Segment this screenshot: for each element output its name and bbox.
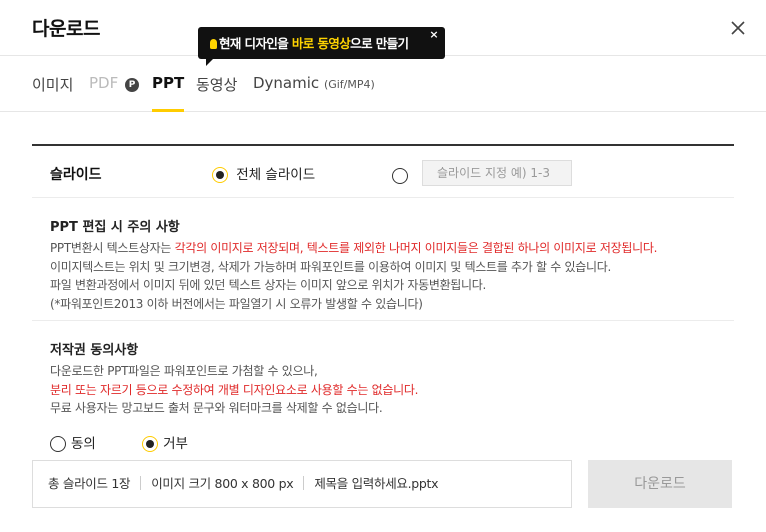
- lightbulb-icon: [210, 39, 217, 49]
- total-slides: 총 슬라이드 1장: [48, 476, 131, 491]
- notes-title: PPT 편집 시 주의 사항: [50, 220, 180, 235]
- tooltip-text-1: 현재 디자인을: [219, 36, 292, 51]
- slide-row: 슬라이드 전체 슬라이드 슬라이드 지정 예) 1-3: [32, 146, 734, 198]
- divider: [140, 476, 142, 490]
- copyright-title: 저작권 동의사항: [50, 343, 139, 358]
- agreement-options: 동의 거부: [50, 432, 734, 452]
- notes-line: 파일 변환과정에서 이미지 뒤에 있던 텍스트 상자는 이미지 앞으로 위치가 …: [50, 278, 487, 292]
- premium-badge: P: [125, 78, 140, 92]
- tab-video-label: 동영상: [196, 76, 238, 94]
- tab-pdf[interactable]: PDF P: [89, 74, 140, 112]
- ppt-options-panel: 슬라이드 전체 슬라이드 슬라이드 지정 예) 1-3 PPT 편집 시 주의 …: [32, 144, 734, 461]
- slide-range-radio[interactable]: [392, 167, 408, 184]
- slide-range-option[interactable]: [392, 165, 408, 184]
- copyright-line: 무료 사용자는 망고보드 출처 문구와 워터마크를 삭제할 수 없습니다.: [50, 401, 383, 415]
- notes-line1-text: PPT변환시 텍스트상자는: [50, 241, 175, 255]
- decline-radio[interactable]: [142, 435, 159, 452]
- video-tooltip[interactable]: 현재 디자인을 바로 동영상으로 만들기 ×: [198, 27, 445, 66]
- tab-pdf-label: PDF: [89, 74, 119, 92]
- download-summary: 총 슬라이드 1장 이미지 크기 800 x 800 px 제목을 입력하세요.pp…: [32, 460, 572, 508]
- agree-option[interactable]: 동의: [50, 432, 96, 452]
- decline-option[interactable]: 거부: [142, 432, 188, 452]
- copyright-section: 저작권 동의사항 다운로드한 PPT파일은 파워포인트로 가첨할 수 있으나, …: [32, 321, 734, 461]
- notes-line: (*파워포인트2013 이하 버전에서는 파일열기 시 오류가 발생할 수 있습…: [50, 296, 423, 311]
- agree-radio[interactable]: [50, 435, 66, 452]
- tab-ppt-label: PPT: [152, 74, 185, 92]
- download-button[interactable]: 다운로드: [588, 460, 732, 508]
- tab-dynamic-sub: (Gif/MP4): [323, 78, 375, 91]
- slide-all-radio[interactable]: [212, 167, 228, 183]
- tab-ppt[interactable]: PPT: [152, 74, 185, 112]
- slide-all-option[interactable]: 전체 슬라이드: [212, 163, 315, 183]
- slide-all-label: 전체 슬라이드: [236, 167, 316, 183]
- tab-image-label: 이미지: [32, 76, 74, 94]
- tab-dynamic[interactable]: Dynamic (Gif/MP4): [253, 74, 375, 112]
- ppt-notes-section: PPT 편집 시 주의 사항 PPT변환시 텍스트상자는 각각의 이미지로 저장…: [32, 198, 734, 321]
- notes-line1-warning: 각각의 이미지로 저장되며, 텍스트를 제외한 나머지 이미지들은 결합된 하나…: [174, 241, 658, 255]
- close-icon: [731, 21, 745, 35]
- slide-range-input[interactable]: 슬라이드 지정 예) 1-3: [422, 160, 572, 186]
- tab-dynamic-label: Dynamic: [253, 74, 320, 92]
- tooltip-text-2: 으로 만들기: [350, 36, 409, 51]
- agree-label: 동의: [71, 435, 96, 452]
- notes-line: 이미지텍스트는 위치 및 크기변경, 삭제가 가능하며 파워포인트를 이용하여 …: [50, 259, 612, 274]
- tooltip-highlight: 바로 동영상: [291, 36, 351, 51]
- copyright-line: 다운로드한 PPT파일은 파워포인트로 가첨할 수 있으나,: [50, 364, 318, 378]
- divider: [303, 476, 305, 490]
- slide-label: 슬라이드: [50, 167, 102, 183]
- decline-label: 거부: [163, 435, 188, 452]
- dialog-title: 다운로드: [32, 18, 100, 40]
- notes-line: PPT변환시 텍스트상자는 각각의 이미지로 저장되며, 텍스트를 제외한 나머…: [50, 239, 734, 258]
- tooltip-close-icon[interactable]: ×: [429, 28, 438, 41]
- tab-video[interactable]: 동영상: [196, 74, 237, 112]
- close-button[interactable]: [726, 16, 750, 40]
- copyright-line-warning: 분리 또는 자르기 등으로 수정하여 개별 디자인요소로 사용할 수는 없습니다…: [50, 382, 419, 397]
- image-size: 이미지 크기 800 x 800 px: [151, 476, 294, 491]
- tab-image[interactable]: 이미지: [32, 74, 73, 112]
- format-tabs: 이미지 PDF P PPT 동영상 Dynamic (Gif/MP4): [0, 56, 766, 112]
- file-name[interactable]: 제목을 입력하세요.pptx: [314, 476, 438, 491]
